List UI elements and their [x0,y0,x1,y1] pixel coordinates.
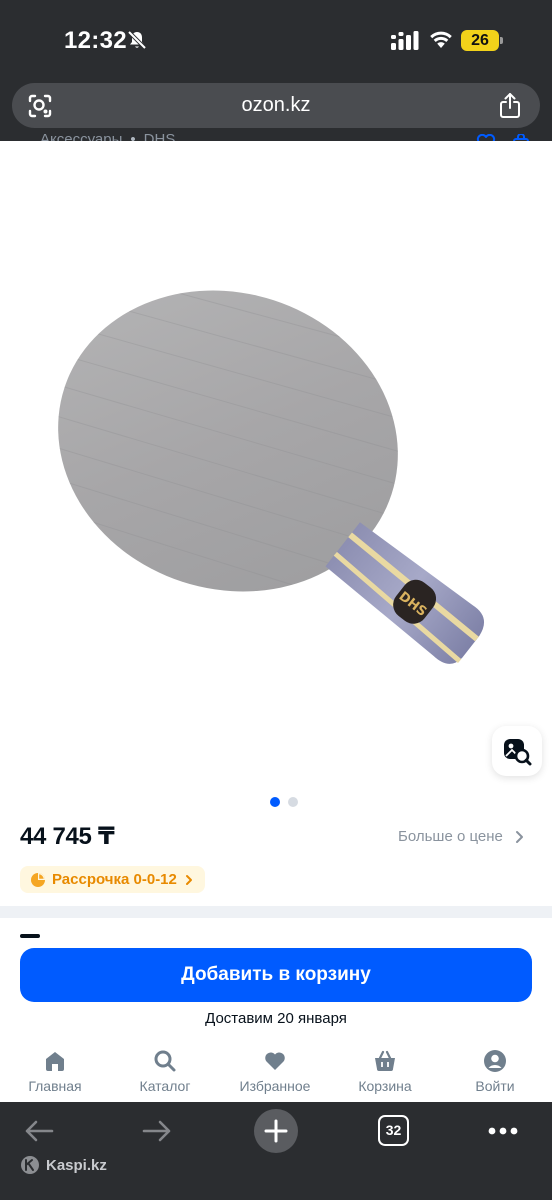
battery-level: 26 [461,30,499,51]
wifi-icon [430,31,452,48]
address-bar[interactable]: ozon.kz [12,83,540,128]
browser-top-chrome: 12:32 26 ozon.kz [0,0,552,141]
share-icon[interactable] [498,92,522,119]
installment-badge[interactable]: Рассрочка 0-0-12 [20,866,205,893]
status-time: 12:32 [64,27,127,54]
nav-item-login[interactable]: Войти [440,1038,550,1102]
heart-icon [265,1052,285,1070]
site-brand-label: Kaspi.kz [46,1156,107,1174]
bell-muted-icon [127,30,147,50]
gallery-dot[interactable] [288,797,298,807]
home-icon [46,1052,64,1071]
product-image[interactable]: DHS [0,141,552,789]
bottom-navigation: Главная Каталог Избранное Корзина Войти [0,1038,552,1102]
nav-item-home[interactable]: Главная [0,1038,110,1102]
product-price: 44 745 ₸ [20,823,115,850]
section-divider [0,906,552,918]
plus-icon [264,1119,288,1143]
user-icon [484,1050,506,1072]
nav-label: Главная [28,1078,82,1094]
battery-indicator: 26 [461,30,503,51]
add-to-cart-button[interactable]: Добавить в корзину [20,948,532,1002]
nav-item-cart[interactable]: Корзина [330,1038,440,1102]
nav-item-favorites[interactable]: Избранное [220,1038,330,1102]
cellular-signal-icon [391,31,419,50]
browser-toolbar: 32 Kaspi.kz [0,1102,552,1200]
forward-arrow-icon[interactable] [142,1119,172,1143]
tabs-count-button[interactable]: 32 [378,1115,409,1146]
url-text[interactable]: ozon.kz [12,83,540,128]
more-menu-icon[interactable] [488,1127,518,1135]
next-section-title-clipped [20,934,130,948]
kaspi-logo-icon [21,1156,39,1174]
installment-label: Рассрочка 0-0-12 [52,871,177,888]
nav-label: Войти [475,1078,515,1094]
nav-item-catalog[interactable]: Каталог [110,1038,220,1102]
image-search-button[interactable] [492,726,542,776]
nav-label: Корзина [358,1078,412,1094]
basket-icon [375,1050,395,1071]
nav-label: Каталог [139,1078,191,1094]
back-arrow-icon[interactable] [24,1119,54,1143]
table-tennis-blade-image: DHS [18,264,485,664]
battery-tip [500,37,503,44]
more-about-price-link[interactable]: Больше о цене [398,828,503,845]
new-tab-button[interactable] [254,1109,298,1153]
image-search-icon [504,739,532,766]
status-bar: 12:32 26 [0,0,552,80]
chevron-right-icon [185,874,192,885]
gallery-pagination [270,797,300,807]
site-brand: Kaspi.kz [20,1154,107,1176]
nav-label: Избранное [239,1078,311,1094]
pie-chart-icon [31,872,45,887]
chevron-right-icon[interactable] [515,830,524,844]
search-icon [154,1050,176,1072]
delivery-info: Доставим 20 января [205,1010,347,1027]
gallery-dot-active[interactable] [270,797,280,807]
